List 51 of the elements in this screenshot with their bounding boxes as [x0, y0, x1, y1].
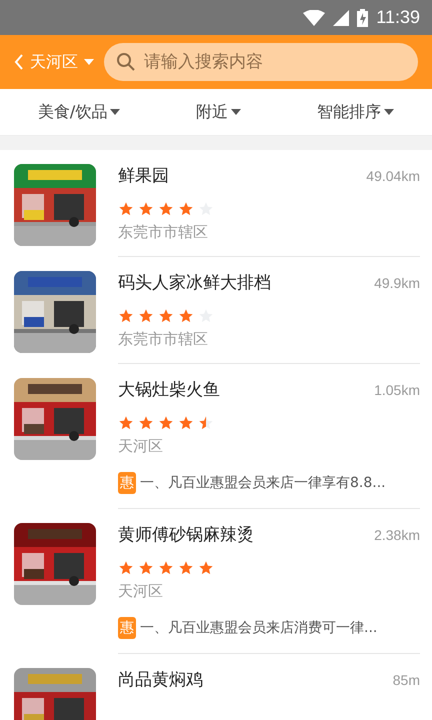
status-time: 11:39	[376, 7, 420, 28]
shop-area: 天河区	[118, 582, 420, 601]
shop-name[interactable]: 大锅灶柴火鱼	[118, 378, 220, 401]
wifi-icon	[303, 10, 326, 26]
battery-icon	[357, 8, 368, 26]
shop-distance: 49.9km	[374, 275, 420, 291]
shop-area: 天河区	[118, 437, 420, 456]
shop-distance: 85m	[392, 672, 420, 688]
filter-dropdown[interactable]: 智能排序	[311, 100, 400, 124]
shop-name[interactable]: 鲜果园	[118, 164, 169, 187]
dropdown-icon	[231, 109, 242, 115]
star-icon	[178, 308, 194, 324]
star-icon	[138, 308, 154, 324]
shop-distance: 1.05km	[374, 382, 420, 398]
star-icon	[118, 415, 134, 431]
discount-badge: 惠	[118, 472, 136, 494]
star-icon	[158, 308, 174, 324]
star-icon	[178, 415, 194, 431]
shop-distance: 49.04km	[366, 168, 420, 184]
search-icon	[116, 52, 136, 72]
filter-dropdown[interactable]: 美食/饮品	[32, 100, 126, 124]
dropdown-icon	[110, 109, 120, 115]
dropdown-icon	[84, 59, 94, 65]
star-icon	[178, 560, 194, 576]
star-icon	[158, 415, 174, 431]
promo-text: 一、凡百业惠盟会员来店消费可一律...	[140, 619, 378, 637]
shop-area: 东莞市市辖区	[118, 223, 420, 242]
search-field[interactable]: 请输入搜索内容	[142, 51, 406, 73]
star-icon	[198, 560, 214, 576]
star-icon	[198, 415, 214, 431]
signal-icon	[333, 10, 350, 26]
star-icon	[138, 560, 154, 576]
shop-area: 东莞市市辖区	[118, 330, 420, 349]
dropdown-icon	[384, 109, 394, 115]
star-icon	[118, 201, 134, 217]
star-icon	[158, 560, 174, 576]
shop-name[interactable]: 尚品黄焖鸡	[118, 668, 203, 691]
promo-text: 一、凡百业惠盟会员来店一律享有8.8...	[140, 474, 386, 492]
star-icon	[118, 308, 134, 324]
star-icon	[118, 560, 134, 576]
star-icon	[158, 201, 174, 217]
shop-name[interactable]: 黄师傅砂锅麻辣烫	[118, 523, 254, 546]
back-icon[interactable]	[14, 54, 24, 70]
star-icon	[178, 201, 194, 217]
search-bar[interactable]: 请输入搜索内容	[104, 43, 418, 81]
filter-dropdown[interactable]: 附近	[190, 100, 248, 124]
star-icon	[138, 415, 154, 431]
discount-badge: 惠	[118, 617, 136, 639]
shop-distance: 2.38km	[374, 527, 420, 543]
star-icon	[138, 201, 154, 217]
shop-name[interactable]: 码头人家冰鲜大排档	[118, 271, 271, 294]
